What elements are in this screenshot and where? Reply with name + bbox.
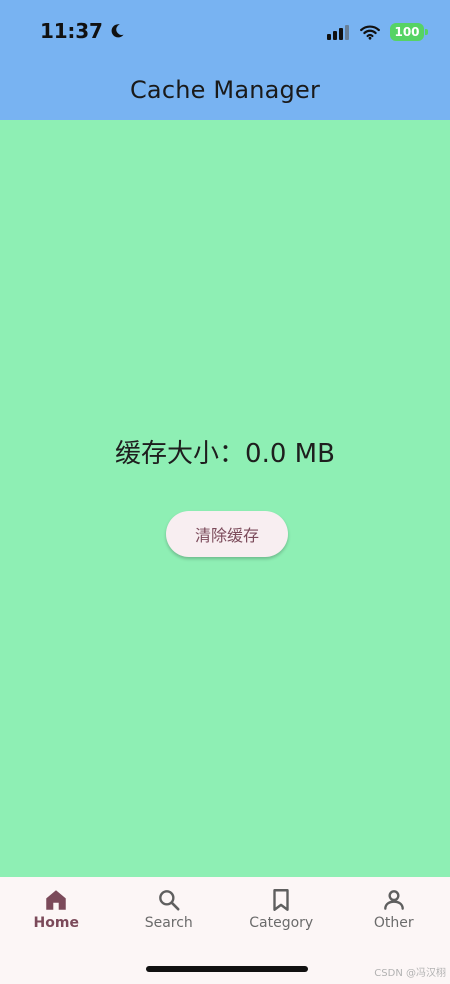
battery-icon: 100 bbox=[390, 23, 428, 41]
nav-label-other: Other bbox=[373, 915, 414, 931]
home-indicator[interactable] bbox=[146, 966, 308, 972]
main-content: 缓存大小：0.0 MB 清除缓存 bbox=[0, 120, 450, 877]
app-bar: Cache Manager bbox=[0, 60, 450, 120]
bookmark-icon bbox=[273, 889, 289, 911]
watermark: CSDN @冯汉栩 bbox=[374, 968, 446, 979]
wifi-icon bbox=[360, 25, 380, 40]
nav-label-category: Category bbox=[249, 915, 314, 931]
nav-label-home: Home bbox=[33, 915, 79, 931]
nav-item-search[interactable]: Search bbox=[113, 877, 226, 952]
status-time-group: 11:37 bbox=[40, 19, 125, 43]
nav-item-home[interactable]: Home bbox=[0, 877, 113, 952]
status-icons: 100 bbox=[326, 20, 428, 44]
search-icon bbox=[158, 890, 180, 911]
home-icon bbox=[46, 890, 66, 910]
nav-item-category[interactable]: Category bbox=[225, 877, 338, 952]
top-bar: 11:37 100 Cache Manager bbox=[0, 0, 450, 120]
app-screen: 11:37 100 Cache Manager 缓存大小：0.0 MB 清除缓存… bbox=[0, 0, 450, 984]
status-bar: 11:37 100 bbox=[0, 0, 450, 60]
app-title: Cache Manager bbox=[129, 76, 321, 104]
cache-size-text: 缓存大小：0.0 MB bbox=[115, 439, 335, 469]
nav-label-search: Search bbox=[144, 915, 193, 931]
person-icon bbox=[383, 890, 404, 910]
clear-cache-button[interactable]: 清除缓存 bbox=[166, 511, 288, 557]
status-time: 11:37 bbox=[40, 19, 103, 43]
nav-item-other[interactable]: Other bbox=[338, 877, 450, 952]
signal-icon bbox=[327, 25, 349, 40]
bottom-nav-items: Home Search Category Other bbox=[0, 877, 450, 952]
battery-level: 100 bbox=[394, 25, 420, 39]
bottom-navigation: Home Search Category Other CSDN @冯汉栩 bbox=[0, 877, 450, 984]
moon-icon bbox=[111, 24, 124, 38]
